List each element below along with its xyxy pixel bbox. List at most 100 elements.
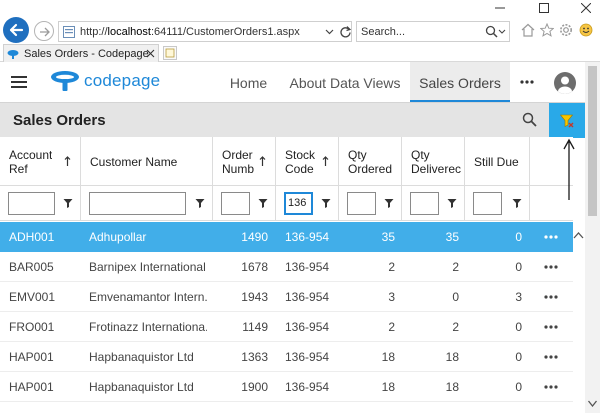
- page-toolbar: Sales Orders: [0, 102, 585, 138]
- filter-input-stock-code[interactable]: 136: [284, 192, 313, 215]
- forward-button[interactable]: [34, 21, 54, 41]
- cell-qty-ordered: 2: [388, 260, 395, 274]
- clear-filter-button[interactable]: [549, 103, 585, 138]
- row-more-icon[interactable]: [544, 355, 558, 359]
- gear-icon[interactable]: [559, 23, 573, 37]
- tab-title: Sales Orders - Codepage: [24, 48, 149, 60]
- browser-search-field[interactable]: Search...: [356, 21, 510, 42]
- nav-home[interactable]: Home: [220, 62, 277, 102]
- chevron-down-icon[interactable]: [325, 27, 334, 36]
- cell-qty-ordered: 2: [388, 320, 395, 334]
- cell-qty-ordered: 35: [381, 230, 395, 244]
- close-window-button[interactable]: [572, 0, 600, 14]
- page-scrollbar[interactable]: [585, 62, 600, 413]
- search-placeholder: Search...: [361, 26, 406, 38]
- column-header-account-ref[interactable]: Account Ref: [0, 137, 81, 186]
- chevron-down-icon[interactable]: [498, 28, 506, 36]
- filter-input-customer-name[interactable]: [89, 192, 186, 215]
- row-more-icon[interactable]: [544, 295, 558, 299]
- table-row[interactable]: BAR005 Barnipex International 1678 136-954 2…: [0, 252, 573, 282]
- page-title: Sales Orders: [13, 112, 106, 129]
- address-bar[interactable]: http://localhost:64111/CustomerOrders1.a…: [58, 21, 352, 42]
- table-row[interactable]: EMV001 Emvenamantor Intern... 1943 136-954 3…: [0, 282, 573, 312]
- minimize-button[interactable]: [486, 0, 514, 14]
- cell-order-number: 1900: [241, 380, 268, 394]
- column-header-still-due[interactable]: Still Due: [465, 137, 530, 186]
- search-icon[interactable]: [522, 112, 537, 127]
- new-tab-button[interactable]: [163, 46, 177, 60]
- smiley-feedback-icon[interactable]: [579, 23, 593, 37]
- home-icon[interactable]: [521, 23, 535, 37]
- filter-input-still-due[interactable]: [473, 192, 502, 215]
- close-icon[interactable]: [146, 49, 155, 58]
- cell-customer-name: Adhupollar: [89, 230, 147, 244]
- filter-input-account-ref[interactable]: [8, 192, 55, 215]
- cell-stock-code: 136-954: [285, 230, 330, 244]
- app-header: codepage Home About Data Views Sales Ord…: [0, 62, 585, 102]
- cell-still-due: 0: [515, 380, 522, 394]
- sort-ascending-icon: [64, 156, 71, 166]
- row-more-icon[interactable]: [544, 325, 558, 329]
- user-account-button[interactable]: [554, 72, 576, 94]
- nav-about-data-views[interactable]: About Data Views: [285, 62, 405, 102]
- close-icon: [581, 3, 591, 13]
- column-header-order-number[interactable]: Order Numb: [213, 137, 276, 186]
- chevron-up-icon[interactable]: [573, 231, 584, 240]
- sort-ascending-icon: [322, 156, 329, 166]
- cell-customer-name: Frotinazz Internationa...: [89, 320, 207, 334]
- filter-cell-still-due: [465, 186, 530, 221]
- column-header-qty-delivered[interactable]: Qty Deliverec: [402, 137, 465, 186]
- filter-input-order-number[interactable]: [221, 192, 250, 215]
- nav-sales-orders[interactable]: Sales Orders: [410, 62, 510, 102]
- hamburger-menu-icon[interactable]: [11, 75, 27, 89]
- column-header-customer-name[interactable]: Customer Name: [81, 137, 213, 186]
- filter-icon[interactable]: [195, 198, 205, 208]
- table-row[interactable]: FRO001 Frotinazz Internationa... 1149 136-9…: [0, 312, 573, 342]
- column-header-qty-ordered[interactable]: Qty Ordered: [339, 137, 402, 186]
- filter-icon[interactable]: [384, 198, 394, 208]
- maximize-button[interactable]: [530, 0, 558, 14]
- favorites-star-icon[interactable]: [540, 23, 554, 37]
- more-horizontal-icon[interactable]: [520, 80, 534, 84]
- browser-toolbar: http://localhost:64111/CustomerOrders1.a…: [0, 14, 600, 44]
- filter-cell-account-ref: [0, 186, 81, 221]
- column-header-stock-code[interactable]: Stock Code: [276, 137, 339, 186]
- cell-stock-code: 136-954: [285, 380, 330, 394]
- back-button[interactable]: [3, 17, 29, 43]
- maximize-icon: [539, 3, 549, 13]
- filter-icon[interactable]: [512, 198, 522, 208]
- cell-qty-ordered: 18: [381, 380, 395, 394]
- chevron-down-icon[interactable]: [588, 400, 597, 407]
- column-label: Stock Code: [285, 148, 316, 176]
- forward-arrow-icon: [40, 27, 50, 37]
- cell-customer-name: Hapbanaquistor Ltd: [89, 380, 194, 394]
- table-row[interactable]: ADH001 Adhupollar 1490 136-954 35 35 0: [0, 222, 573, 252]
- filter-icon[interactable]: [321, 198, 331, 208]
- search-icon[interactable]: [485, 25, 498, 38]
- cell-qty-delivered: 35: [445, 230, 459, 244]
- filter-icon[interactable]: [63, 198, 73, 208]
- cell-qty-ordered: 3: [388, 290, 395, 304]
- scrollbar-thumb[interactable]: [588, 66, 597, 216]
- filter-icon[interactable]: [258, 198, 268, 208]
- cell-stock-code: 136-954: [285, 350, 330, 364]
- cell-qty-delivered: 18: [445, 350, 459, 364]
- filter-icon[interactable]: [447, 198, 457, 208]
- filter-cell-order-number: [213, 186, 276, 221]
- filter-input-qty-delivered[interactable]: [410, 192, 439, 215]
- filter-input-qty-ordered[interactable]: [347, 192, 376, 215]
- row-more-icon[interactable]: [544, 385, 558, 389]
- cell-order-number: 1490: [241, 230, 268, 244]
- browser-tab-strip: Sales Orders - Codepage: [0, 44, 600, 62]
- table-row[interactable]: HAP001 Hapbanaquistor Ltd 1363 136-954 18 18 0: [0, 342, 573, 372]
- row-more-icon[interactable]: [544, 235, 558, 239]
- logo-text: codepage: [84, 71, 161, 90]
- grid-header-row: Account Ref Customer Name Order Numb Sto…: [0, 137, 573, 186]
- browser-tab[interactable]: Sales Orders - Codepage: [3, 44, 159, 62]
- grid-filter-row: 136: [0, 186, 573, 221]
- cell-customer-name: Barnipex International: [89, 260, 206, 274]
- table-row[interactable]: HAP001 Hapbanaquistor Ltd 1900 136-954 18 18 0: [0, 372, 573, 402]
- filter-cell-stock-code: 136: [276, 186, 339, 221]
- row-more-icon[interactable]: [544, 265, 558, 269]
- refresh-icon[interactable]: [339, 25, 352, 38]
